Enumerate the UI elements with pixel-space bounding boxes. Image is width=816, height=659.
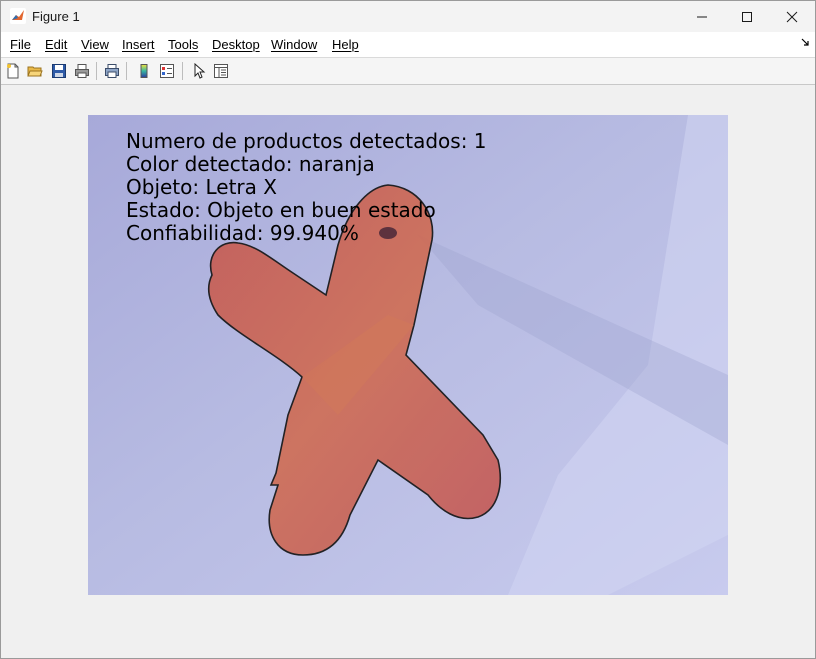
close-button[interactable] xyxy=(769,1,815,32)
colorbar-button[interactable] xyxy=(134,61,154,81)
legend-button[interactable] xyxy=(157,61,177,81)
maximize-button[interactable] xyxy=(724,1,770,32)
menu-help[interactable]: Help xyxy=(332,37,359,52)
menu-edit[interactable]: Edit xyxy=(45,37,67,52)
toolbar-separator xyxy=(182,62,183,80)
edit-plot-button[interactable] xyxy=(189,61,209,81)
menu-desktop[interactable]: Desktop xyxy=(212,37,260,52)
title-bar[interactable]: Figure 1 xyxy=(1,1,815,32)
window-title: Figure 1 xyxy=(32,9,80,24)
colorbar-icon xyxy=(140,64,148,78)
property-inspector-icon xyxy=(214,64,228,78)
figure-window: Figure 1 File Edit View Insert Tools Des… xyxy=(0,0,816,659)
new-figure-button[interactable] xyxy=(3,61,23,81)
toolbar-separator xyxy=(96,62,97,80)
new-figure-icon xyxy=(7,63,19,79)
toolbar xyxy=(1,58,815,85)
close-icon xyxy=(786,11,798,22)
menu-view[interactable]: View xyxy=(81,37,109,52)
legend-icon xyxy=(160,64,174,78)
property-inspector-button[interactable] xyxy=(211,61,231,81)
overlay-object-state: Estado: Objeto en buen estado xyxy=(126,198,436,222)
maximize-icon xyxy=(742,11,752,22)
menu-window[interactable]: Window xyxy=(271,37,317,52)
matlab-icon xyxy=(10,8,26,24)
edit-plot-icon xyxy=(194,63,206,79)
print-button[interactable] xyxy=(72,61,92,81)
menu-insert[interactable]: Insert xyxy=(122,37,155,52)
dock-arrow-icon[interactable] xyxy=(801,38,810,47)
save-icon xyxy=(52,64,66,78)
open-file-icon xyxy=(27,66,43,77)
overlay-object-type: Objeto: Letra X xyxy=(126,175,277,199)
open-file-button[interactable] xyxy=(25,61,45,81)
minimize-icon xyxy=(697,16,707,17)
overlay-products-count: Numero de productos detectados: 1 xyxy=(126,129,487,153)
print-preview-icon xyxy=(105,64,119,78)
print-icon xyxy=(75,64,89,78)
overlay-confidence: Confiabilidad: 99.940% xyxy=(126,221,359,245)
figure-canvas: Numero de productos detectados: 1 Color … xyxy=(1,85,815,658)
toolbar-separator xyxy=(126,62,127,80)
menu-file[interactable]: File xyxy=(10,37,31,52)
menu-tools[interactable]: Tools xyxy=(168,37,198,52)
print-preview-button[interactable] xyxy=(102,61,122,81)
menu-bar: File Edit View Insert Tools Desktop Wind… xyxy=(1,32,815,58)
minimize-button[interactable] xyxy=(679,1,725,32)
save-button[interactable] xyxy=(49,61,69,81)
overlay-detected-color: Color detectado: naranja xyxy=(126,152,375,176)
